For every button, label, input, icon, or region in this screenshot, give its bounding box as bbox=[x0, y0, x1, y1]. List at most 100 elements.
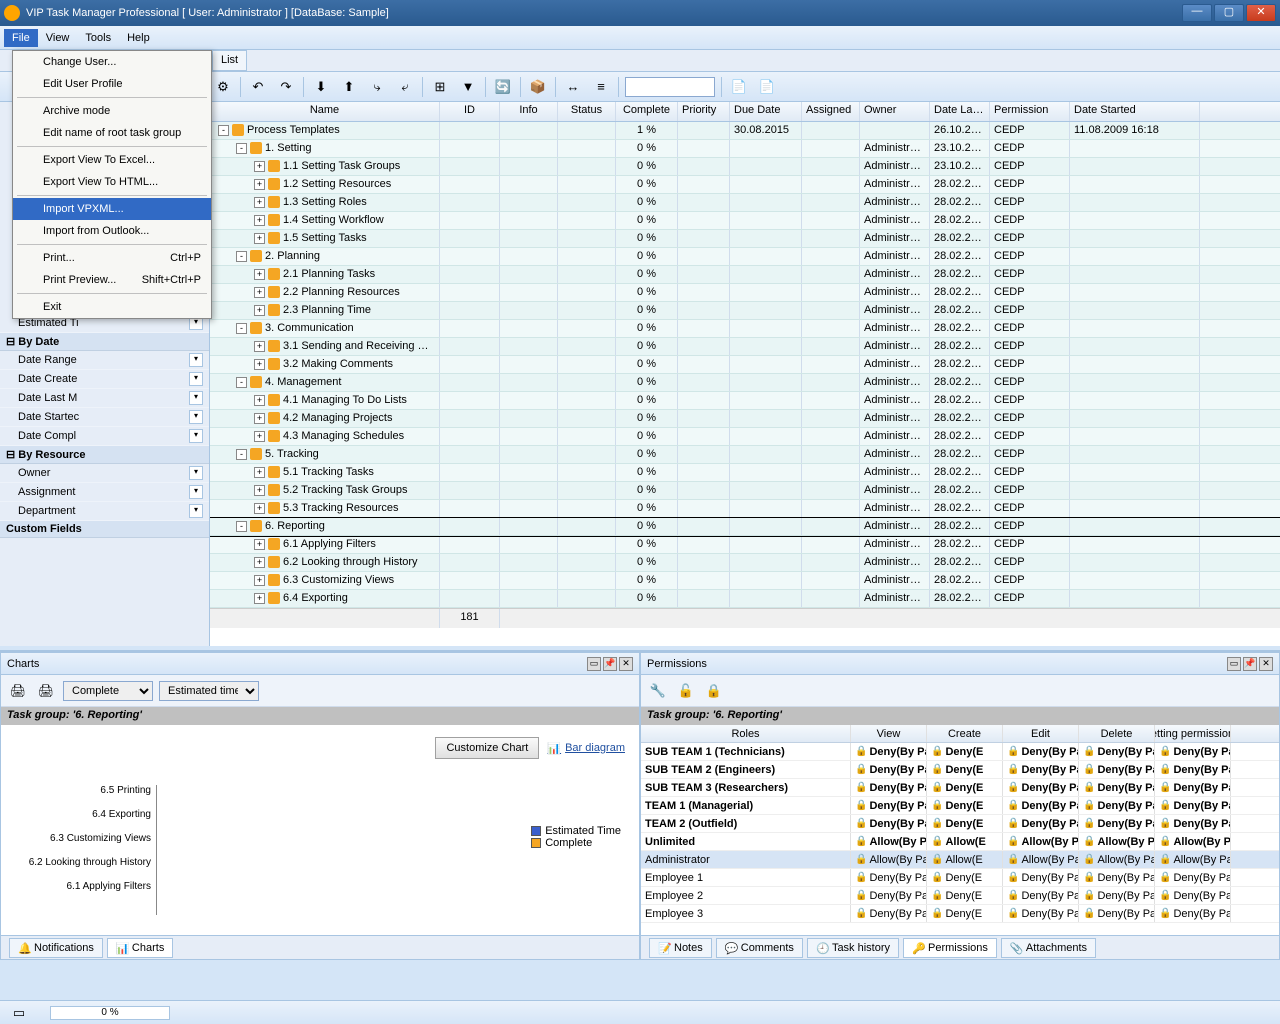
toolbar-columns-icon[interactable]: ⊞ bbox=[429, 76, 451, 98]
print-preview-icon[interactable]: 🖨 bbox=[35, 680, 57, 702]
menu-view[interactable]: View bbox=[38, 29, 78, 47]
toolbar-doc2-icon[interactable]: 📄 bbox=[756, 76, 778, 98]
permission-row[interactable]: Unlimited🔒Allow(By Pa🔒Allow(E🔒Allow(By P… bbox=[641, 833, 1279, 851]
panel-pin-icon[interactable]: 📌 bbox=[1243, 657, 1257, 671]
task-row[interactable]: +6.2 Looking through History0 %Administr… bbox=[210, 554, 1280, 572]
permission-row[interactable]: Employee 2🔒Deny(By Pa🔒Deny(E🔒Deny(By Pa🔒… bbox=[641, 887, 1279, 905]
filter-department[interactable]: Department▾ bbox=[0, 502, 209, 521]
task-row[interactable]: +6.1 Applying Filters0 %Administrator28.… bbox=[210, 536, 1280, 554]
tree-toggle-icon[interactable]: + bbox=[254, 287, 265, 298]
menu-export-html[interactable]: Export View To HTML... bbox=[13, 171, 211, 193]
task-row[interactable]: -Process Templates1 %30.08.201526.10.200… bbox=[210, 122, 1280, 140]
tree-toggle-icon[interactable]: + bbox=[254, 233, 265, 244]
menu-print-preview[interactable]: Print Preview...Shift+Ctrl+P bbox=[13, 269, 211, 291]
tree-toggle-icon[interactable]: + bbox=[254, 341, 265, 352]
menu-edit-profile[interactable]: Edit User Profile bbox=[13, 73, 211, 95]
col-duedate[interactable]: Due Date bbox=[730, 102, 802, 121]
tree-toggle-icon[interactable]: - bbox=[236, 521, 247, 532]
perm-lock-icon[interactable]: 🔒 bbox=[703, 680, 725, 702]
tree-toggle-icon[interactable]: - bbox=[218, 125, 229, 136]
permission-row[interactable]: TEAM 2 (Outfield)🔒Deny(By Pa🔒Deny(E🔒Deny… bbox=[641, 815, 1279, 833]
task-row[interactable]: +1.1 Setting Task Groups0 %Administrator… bbox=[210, 158, 1280, 176]
tree-toggle-icon[interactable]: - bbox=[236, 323, 247, 334]
perm-col-view[interactable]: View bbox=[851, 725, 927, 742]
task-row[interactable]: -2. Planning0 %Administrator28.02.2007CE… bbox=[210, 248, 1280, 266]
tab-list[interactable]: List bbox=[212, 50, 247, 71]
tab-notes[interactable]: 📝Notes bbox=[649, 938, 712, 958]
tree-toggle-icon[interactable]: + bbox=[254, 485, 265, 496]
task-row[interactable]: +2.2 Planning Resources0 %Administrator2… bbox=[210, 284, 1280, 302]
task-row[interactable]: +3.1 Sending and Receiving Notifi0 %Admi… bbox=[210, 338, 1280, 356]
toolbar-redo-icon[interactable]: ↷ bbox=[275, 76, 297, 98]
toolbar-gear-icon[interactable]: ⚙ bbox=[212, 76, 234, 98]
task-row[interactable]: +5.1 Tracking Tasks0 %Administrator28.02… bbox=[210, 464, 1280, 482]
close-button[interactable]: ✕ bbox=[1246, 4, 1276, 22]
task-row[interactable]: +2.1 Planning Tasks0 %Administrator28.02… bbox=[210, 266, 1280, 284]
col-status[interactable]: Status bbox=[558, 102, 616, 121]
bar-diagram-link[interactable]: 📊Bar diagram bbox=[547, 737, 625, 759]
minimize-button[interactable]: — bbox=[1182, 4, 1212, 22]
permission-row[interactable]: SUB TEAM 2 (Engineers)🔒Deny(By Pa🔒Deny(E… bbox=[641, 761, 1279, 779]
task-row[interactable]: +1.5 Setting Tasks0 %Administrator28.02.… bbox=[210, 230, 1280, 248]
panel-restore-icon[interactable]: ▭ bbox=[1227, 657, 1241, 671]
col-id[interactable]: ID bbox=[440, 102, 500, 121]
task-row[interactable]: +6.3 Customizing Views0 %Administrator28… bbox=[210, 572, 1280, 590]
customize-chart-button[interactable]: Customize Chart bbox=[435, 737, 539, 759]
toolbar-indent-icon[interactable]: ⤷ bbox=[366, 76, 388, 98]
tab-permissions[interactable]: 🔑Permissions bbox=[903, 938, 997, 958]
tab-notifications[interactable]: 🔔Notifications bbox=[9, 938, 103, 958]
perm-apply-icon[interactable]: 🔧 bbox=[647, 680, 669, 702]
menu-file[interactable]: File bbox=[4, 29, 38, 47]
tree-toggle-icon[interactable]: + bbox=[254, 557, 265, 568]
panel-restore-icon[interactable]: ▭ bbox=[587, 657, 601, 671]
filter-date-compl[interactable]: Date Compl▾ bbox=[0, 427, 209, 446]
perm-col-delete[interactable]: Delete bbox=[1079, 725, 1155, 742]
tab-attachments[interactable]: 📎Attachments bbox=[1001, 938, 1096, 958]
toolbar-filter-icon[interactable]: ▼ bbox=[457, 76, 479, 98]
toolbar-collapse-all-icon[interactable]: ⬆ bbox=[338, 76, 360, 98]
filter-owner[interactable]: Owner▾ bbox=[0, 464, 209, 483]
toolbar-doc1-icon[interactable]: 📄 bbox=[728, 76, 750, 98]
perm-col-roles[interactable]: Roles bbox=[641, 725, 851, 742]
col-owner[interactable]: Owner bbox=[860, 102, 930, 121]
tree-toggle-icon[interactable]: + bbox=[254, 503, 265, 514]
toolbar-search-input[interactable] bbox=[625, 77, 715, 97]
toolbar-box-icon[interactable]: 📦 bbox=[527, 76, 549, 98]
task-row[interactable]: +1.3 Setting Roles0 %Administrator28.02.… bbox=[210, 194, 1280, 212]
tree-toggle-icon[interactable]: + bbox=[254, 215, 265, 226]
tree-toggle-icon[interactable]: + bbox=[254, 431, 265, 442]
menu-export-excel[interactable]: Export View To Excel... bbox=[13, 149, 211, 171]
task-row[interactable]: -5. Tracking0 %Administrator28.02.2007CE… bbox=[210, 446, 1280, 464]
task-row[interactable]: -6. Reporting0 %Administrator28.02.2007C… bbox=[210, 518, 1280, 536]
tree-toggle-icon[interactable]: + bbox=[254, 179, 265, 190]
tree-toggle-icon[interactable]: + bbox=[254, 395, 265, 406]
menu-tools[interactable]: Tools bbox=[77, 29, 119, 47]
task-row[interactable]: +5.2 Tracking Task Groups0 %Administrato… bbox=[210, 482, 1280, 500]
tree-toggle-icon[interactable]: + bbox=[254, 359, 265, 370]
filter-assignment[interactable]: Assignment▾ bbox=[0, 483, 209, 502]
task-row[interactable]: +4.1 Managing To Do Lists0 %Administrato… bbox=[210, 392, 1280, 410]
task-row[interactable]: +6.4 Exporting0 %Administrator28.02.2007… bbox=[210, 590, 1280, 608]
filter-date-started[interactable]: Date Startec▾ bbox=[0, 408, 209, 427]
menu-edit-root[interactable]: Edit name of root task group bbox=[13, 122, 211, 144]
task-row[interactable]: +1.2 Setting Resources0 %Administrator28… bbox=[210, 176, 1280, 194]
tree-toggle-icon[interactable]: + bbox=[254, 539, 265, 550]
print-icon[interactable]: 🖨 bbox=[7, 680, 29, 702]
chart-series-select[interactable]: Complete bbox=[63, 681, 153, 701]
tree-toggle-icon[interactable]: - bbox=[236, 251, 247, 262]
tree-toggle-icon[interactable]: + bbox=[254, 161, 265, 172]
perm-unlock-icon[interactable]: 🔓 bbox=[675, 680, 697, 702]
filter-custom-fields[interactable]: Custom Fields bbox=[0, 521, 209, 538]
tree-toggle-icon[interactable]: - bbox=[236, 449, 247, 460]
col-complete[interactable]: Complete bbox=[616, 102, 678, 121]
tab-comments[interactable]: 💬Comments bbox=[716, 938, 803, 958]
menu-import-outlook[interactable]: Import from Outlook... bbox=[13, 220, 211, 242]
tree-toggle-icon[interactable]: - bbox=[236, 143, 247, 154]
permission-row[interactable]: SUB TEAM 1 (Technicians)🔒Deny(By Pa🔒Deny… bbox=[641, 743, 1279, 761]
task-row[interactable]: +5.3 Tracking Resources0 %Administrator2… bbox=[210, 500, 1280, 518]
panel-pin-icon[interactable]: 📌 bbox=[603, 657, 617, 671]
toolbar-fit-icon[interactable]: ↔ bbox=[562, 76, 584, 98]
tab-task-history[interactable]: 🕘Task history bbox=[807, 938, 899, 958]
filter-group-by-resource[interactable]: ⊟ By Resource bbox=[0, 446, 209, 464]
tree-toggle-icon[interactable]: + bbox=[254, 305, 265, 316]
